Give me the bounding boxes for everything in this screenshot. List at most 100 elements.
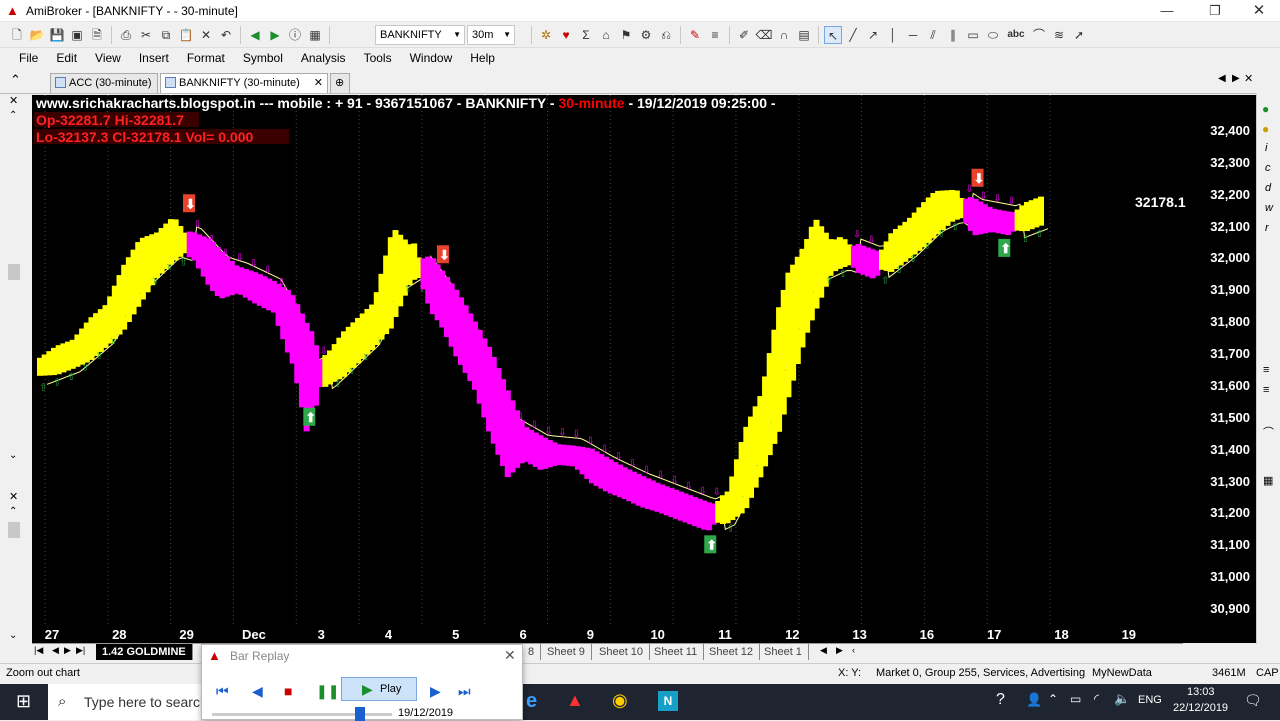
- people-icon[interactable]: 👤: [1026, 692, 1042, 708]
- menu-insert[interactable]: Insert: [130, 48, 178, 68]
- close-doc-icon[interactable]: ✕: [1244, 72, 1253, 85]
- new-icon[interactable]: 🗋: [8, 26, 26, 44]
- pencil-icon[interactable]: ✐: [735, 26, 753, 44]
- line-width-icon[interactable]: ≡: [706, 26, 724, 44]
- function-icon[interactable]: w: [1265, 202, 1273, 214]
- vertical-scrollbar-thumb[interactable]: [8, 264, 20, 280]
- clock-date[interactable]: 22/12/2019: [1173, 702, 1228, 714]
- sheet-tab[interactable]: 8: [522, 644, 542, 660]
- sheet-prev-icon[interactable]: ◀: [52, 645, 59, 656]
- close-pane-icon[interactable]: ✕: [9, 490, 18, 503]
- list-icon[interactable]: ≡: [1263, 364, 1269, 376]
- green-dot-icon[interactable]: ●: [1262, 102, 1269, 116]
- channel-icon[interactable]: ⫽: [924, 26, 942, 44]
- select-tool-icon[interactable]: ↖: [824, 25, 842, 44]
- undo-icon[interactable]: ↶: [217, 26, 235, 44]
- trendline-icon[interactable]: ╱: [844, 26, 862, 44]
- arrow-tool-icon[interactable]: ➚: [1070, 26, 1088, 44]
- scroll-up-icon[interactable]: ⌃: [9, 110, 17, 121]
- tab-scroll-left-icon[interactable]: ◀: [1218, 73, 1226, 84]
- layout-icon[interactable]: ▦: [306, 26, 324, 44]
- function-icon[interactable]: r: [1265, 222, 1269, 234]
- network-icon[interactable]: ▭: [1070, 692, 1081, 706]
- magnet-icon[interactable]: ∩: [775, 26, 793, 44]
- backtest-icon[interactable]: ⚙: [637, 26, 655, 44]
- chrome-icon[interactable]: ◉: [612, 690, 628, 711]
- scroll-left-icon[interactable]: ‹: [852, 645, 855, 655]
- menu-format[interactable]: Format: [178, 48, 234, 68]
- pause-icon[interactable]: ❚❚: [316, 683, 339, 700]
- function-icon[interactable]: d: [1265, 182, 1271, 194]
- ray-icon[interactable]: ↗: [864, 26, 882, 44]
- close-tab-icon[interactable]: ✕: [314, 74, 323, 92]
- close-pane-icon[interactable]: ✕: [9, 94, 18, 107]
- notification-icon[interactable]: 🗨: [1244, 692, 1262, 709]
- interval-combo[interactable]: 30m ▼: [467, 24, 515, 45]
- parallel-icon[interactable]: ∥: [944, 26, 962, 44]
- menu-view[interactable]: View: [86, 48, 130, 68]
- symbol-combo[interactable]: BANKNIFTY ▼: [375, 24, 465, 45]
- amibroker-taskbar-icon[interactable]: ▲: [566, 690, 584, 711]
- speaker-icon[interactable]: 🔈: [1114, 691, 1130, 707]
- sheet-last-icon[interactable]: ▶|: [76, 645, 85, 656]
- minimize-button[interactable]: —: [1144, 0, 1190, 22]
- sheet-first-icon[interactable]: |◀: [34, 645, 43, 656]
- forward-icon[interactable]: ▶: [266, 26, 284, 44]
- formula-icon[interactable]: Σ: [577, 26, 595, 44]
- stop-icon[interactable]: ■: [284, 683, 292, 699]
- maximize-button[interactable]: ❐: [1192, 0, 1238, 22]
- close-dialog-icon[interactable]: ✕: [504, 647, 516, 664]
- menu-file[interactable]: File: [10, 48, 47, 68]
- print-preview-icon[interactable]: 🗎: [88, 26, 106, 44]
- n-app-icon[interactable]: N: [658, 691, 678, 711]
- grid-icon[interactable]: ▦: [1263, 474, 1273, 487]
- save-all-icon[interactable]: ▣: [68, 26, 86, 44]
- signal-icon[interactable]: ⌒: [1263, 424, 1274, 440]
- scroll-down-icon[interactable]: ⌄: [9, 450, 17, 461]
- ellipse-icon[interactable]: ⬭: [984, 26, 1002, 44]
- wifi-icon[interactable]: ◜: [1094, 691, 1099, 707]
- copy-icon[interactable]: ⧉: [157, 26, 175, 44]
- quote-editor-icon[interactable]: ✲: [537, 26, 555, 44]
- new-tab-button[interactable]: ⊕: [330, 73, 350, 93]
- yellow-dot-icon[interactable]: ●: [1262, 122, 1269, 136]
- scroll-left-icon[interactable]: ◀: [820, 645, 827, 656]
- sheet-tab[interactable]: Sheet 12: [703, 644, 761, 660]
- arc-icon[interactable]: ⌒: [1030, 26, 1048, 44]
- taskbar-search-box[interactable]: ⌕ Type here to search: [48, 684, 218, 720]
- step-forward-icon[interactable]: ▶: [430, 683, 441, 700]
- close-window-button[interactable]: ✕: [1236, 0, 1280, 22]
- fibonacci-icon[interactable]: ≋: [1050, 26, 1068, 44]
- delete-icon[interactable]: ✕: [197, 26, 215, 44]
- vertical-scrollbar-thumb[interactable]: [8, 522, 20, 538]
- text-tool-icon[interactable]: abc: [1004, 26, 1028, 44]
- sheet-next-icon[interactable]: ▶: [64, 645, 71, 656]
- function-icon[interactable]: c: [1265, 162, 1271, 174]
- clock-time[interactable]: 13:03: [1187, 686, 1215, 698]
- replay-slider-thumb[interactable]: [354, 707, 365, 721]
- menu-window[interactable]: Window: [401, 48, 462, 68]
- tab-scroll-right-icon[interactable]: ▶: [1232, 73, 1240, 84]
- help-icon[interactable]: ?: [996, 691, 1005, 709]
- language-indicator[interactable]: ENG: [1138, 694, 1162, 706]
- explore-icon[interactable]: ⌂: [597, 26, 615, 44]
- edge-icon[interactable]: e: [526, 690, 537, 713]
- step-back-icon[interactable]: ◀: [252, 683, 263, 700]
- paste-icon[interactable]: 📋: [177, 26, 195, 44]
- sheet-tab[interactable]: Sheet 1: [758, 644, 809, 660]
- jump-end-icon[interactable]: ⏭: [458, 683, 471, 700]
- tab-acc[interactable]: ACC (30-minute): [50, 73, 158, 93]
- sheet-tab[interactable]: Sheet 11: [648, 644, 705, 660]
- menu-analysis[interactable]: Analysis: [292, 48, 355, 68]
- vertical-line-icon[interactable]: │: [884, 26, 902, 44]
- list-icon[interactable]: ≡: [1263, 384, 1269, 396]
- menu-help[interactable]: Help: [461, 48, 504, 68]
- price-chart[interactable]: ⇧ ⇧ ⇧ ⇧ ⇧ ⇧ ⇧ ⇧ ⇧ ⇧ ⇧ ⇩ ⇩ ⇩ ⇩ ⇩ ⇩ ⇩ ⇩ ⇩ ⇩ ⇧ ⇧ ⇧ ⇧ ⇧ ⇧ ⇧ ⇩ ⇩ ⇩ ⇩ ⇩ ⇩ ⇩ ⇩ ⇩ ⇩ ⇩ ⇩…: [32, 95, 1183, 643]
- sheet-tab[interactable]: Sheet 9: [541, 644, 592, 660]
- menu-symbol[interactable]: Symbol: [234, 48, 292, 68]
- cut-icon[interactable]: ✂: [137, 26, 155, 44]
- color-picker-icon[interactable]: ✎: [686, 26, 704, 44]
- eraser-icon[interactable]: ⌫: [755, 26, 773, 44]
- sheet-tab-active[interactable]: 1.42 GOLDMINE: [96, 644, 193, 660]
- sheet-tab[interactable]: Sheet 10: [593, 644, 651, 660]
